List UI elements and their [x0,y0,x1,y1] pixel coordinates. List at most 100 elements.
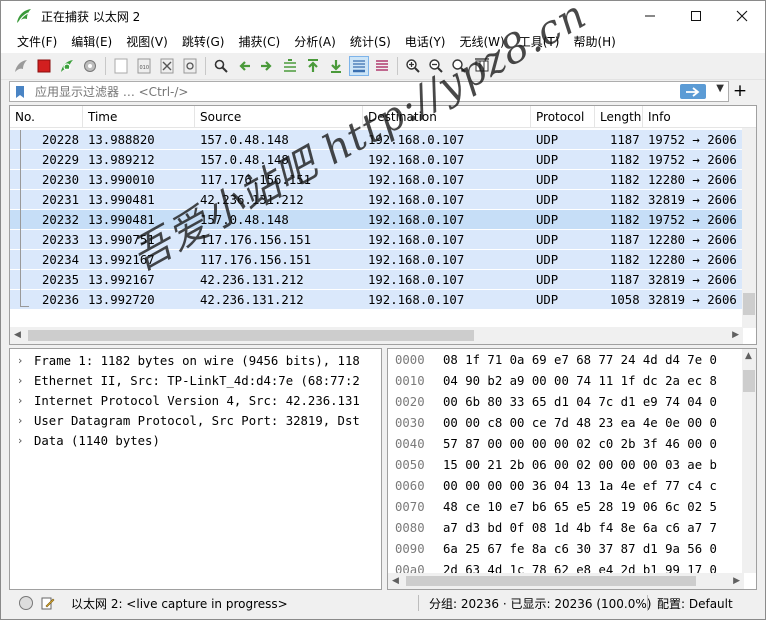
menu-telephony[interactable]: 电话(Y) [398,31,453,53]
packet-destination: 192.168.0.107 [368,193,465,207]
packet-source: 117.176.156.151 [200,233,312,247]
capture-comment-icon[interactable] [41,596,55,610]
packet-row[interactable]: 20234 13.992167 117.176.156.151 192.168.… [10,250,743,270]
expand-chevron-icon[interactable]: › [18,351,22,371]
stop-capture-icon[interactable] [34,56,54,76]
add-filter-button-icon[interactable]: + [730,82,750,102]
go-back-icon[interactable] [234,56,254,76]
expert-info-icon[interactable] [19,596,33,610]
expand-chevron-icon[interactable]: › [18,431,22,451]
packet-protocol: UDP [536,233,559,247]
capture-options-icon[interactable] [80,56,100,76]
detail-frame[interactable]: › Frame 1: 1182 bytes on wire (9456 bits… [10,351,381,371]
menu-view[interactable]: 视图(V) [119,31,175,53]
column-header-time[interactable]: Time [83,106,195,128]
menu-tools[interactable]: 工具(T) [512,31,567,53]
packet-no: 20233 [42,233,80,247]
detail-data[interactable]: › Data (1140 bytes) [10,431,381,451]
column-header-no[interactable]: No. [10,106,83,128]
go-to-packet-icon[interactable] [280,56,300,76]
scroll-up-icon[interactable]: ▲ [745,351,752,361]
column-header-info[interactable]: Info [643,106,756,128]
packet-no: 20228 [42,133,80,147]
packet-row[interactable]: 20233 13.990751 117.176.156.151 192.168.… [10,230,743,250]
zoom-in-icon[interactable] [403,56,423,76]
packet-row[interactable]: 20231 13.990481 42.236.131.212 192.168.0… [10,190,743,210]
expand-chevron-icon[interactable]: › [18,391,22,411]
expand-chevron-icon[interactable]: › [18,411,22,431]
display-filter-input[interactable] [35,84,675,99]
colorize-icon[interactable] [372,56,392,76]
bytes-vertical-scrollbar[interactable]: ▲ [742,349,756,573]
restart-capture-icon[interactable] [57,56,77,76]
save-file-icon[interactable]: 010 [134,56,154,76]
find-packet-icon[interactable] [211,56,231,76]
packet-row[interactable]: 20236 13.992720 42.236.131.212 192.168.0… [10,290,743,310]
packet-row[interactable]: 20228 13.988820 157.0.48.148 192.168.0.1… [10,130,743,150]
expand-chevron-icon[interactable]: › [18,371,22,391]
first-packet-icon[interactable] [303,56,323,76]
go-forward-icon[interactable] [257,56,277,76]
column-header-destination[interactable]: Destination [363,106,531,128]
profile-text[interactable]: 配置: Default [657,595,733,612]
reload-icon[interactable] [180,56,200,76]
menu-help[interactable]: 帮助(H) [566,31,622,53]
filter-bookmark-icon[interactable] [13,85,27,99]
menu-file[interactable]: 文件(F) [10,31,64,53]
packet-row-selected[interactable]: 20232 13.990481 157.0.48.148 192.168.0.1… [10,210,743,230]
packet-source: 42.236.131.212 [200,273,304,287]
scrollbar-thumb[interactable] [743,293,755,315]
menu-analyze[interactable]: 分析(A) [287,31,343,53]
column-header-length[interactable]: Length [595,106,643,128]
packet-source: 157.0.48.148 [200,133,289,147]
close-file-icon[interactable] [157,56,177,76]
close-icon[interactable] [719,1,765,31]
packet-row[interactable]: 20229 13.989212 157.0.48.148 192.168.0.1… [10,150,743,170]
menu-wireless[interactable]: 无线(W) [453,31,512,53]
apply-filter-button[interactable] [680,84,706,99]
menu-capture[interactable]: 捕获(C) [231,31,287,53]
maximize-icon[interactable] [673,1,719,31]
byte-offset: 0080 [395,521,425,535]
detail-ethernet[interactable]: › Ethernet II, Src: TP-LinkT_4d:d4:7e (6… [10,371,381,391]
byte-offset: 0020 [395,395,425,409]
detail-ipv4[interactable]: › Internet Protocol Version 4, Src: 42.2… [10,391,381,411]
resize-columns-icon[interactable] [472,56,492,76]
byte-hex: 15 00 21 2b 06 00 02 00 00 00 03 ae b [443,458,717,472]
packet-destination: 192.168.0.107 [368,293,465,307]
packet-list-horizontal-scrollbar[interactable]: ◀ ▶ [10,327,743,344]
status-separator [418,595,419,611]
main-toolbar: 010 [1,53,765,80]
scrollbar-thumb[interactable] [743,370,755,392]
normal-size-icon[interactable] [449,56,469,76]
packet-no: 20235 [42,273,80,287]
scroll-right-icon[interactable]: ▶ [733,576,740,586]
packet-list-vertical-scrollbar[interactable] [742,128,756,328]
menu-statistics[interactable]: 统计(S) [343,31,398,53]
packet-row[interactable]: 20235 13.992167 42.236.131.212 192.168.0… [10,270,743,290]
capture-status-text: 以太网 2: <live capture in progress> [71,596,288,611]
scroll-left-icon[interactable]: ◀ [14,330,21,340]
start-capture-icon[interactable] [11,56,31,76]
packet-row[interactable]: 20230 13.990010 117.176.156.151 192.168.… [10,170,743,190]
menu-edit[interactable]: 编辑(E) [64,31,119,53]
column-header-source[interactable]: Source [195,106,363,128]
scrollbar-thumb[interactable] [406,576,696,586]
column-header-protocol[interactable]: Protocol [531,106,595,128]
zoom-out-icon[interactable] [426,56,446,76]
minimize-icon[interactable] [627,1,673,31]
title-bar[interactable]: 正在捕获 以太网 2 [1,1,765,31]
wireshark-window: 正在捕获 以太网 2 文件(F) 编辑(E) 视图(V) 跳转(G) 捕获(C)… [0,0,766,620]
scroll-left-icon[interactable]: ◀ [392,576,399,586]
scroll-right-icon[interactable]: ▶ [732,330,739,340]
detail-udp[interactable]: › User Datagram Protocol, Src Port: 3281… [10,411,381,431]
menu-go[interactable]: 跳转(G) [175,31,232,53]
bytes-horizontal-scrollbar[interactable]: ◀ ▶ [388,573,744,589]
scrollbar-thumb[interactable] [28,330,474,341]
autoscroll-icon[interactable] [349,56,369,76]
open-file-icon[interactable] [111,56,131,76]
filter-dropdown-icon[interactable]: ▼ [716,83,724,94]
detail-text: Internet Protocol Version 4, Src: 42.236… [34,394,360,408]
last-packet-icon[interactable] [326,56,346,76]
packet-info: 32819 → 2606 [648,193,737,207]
